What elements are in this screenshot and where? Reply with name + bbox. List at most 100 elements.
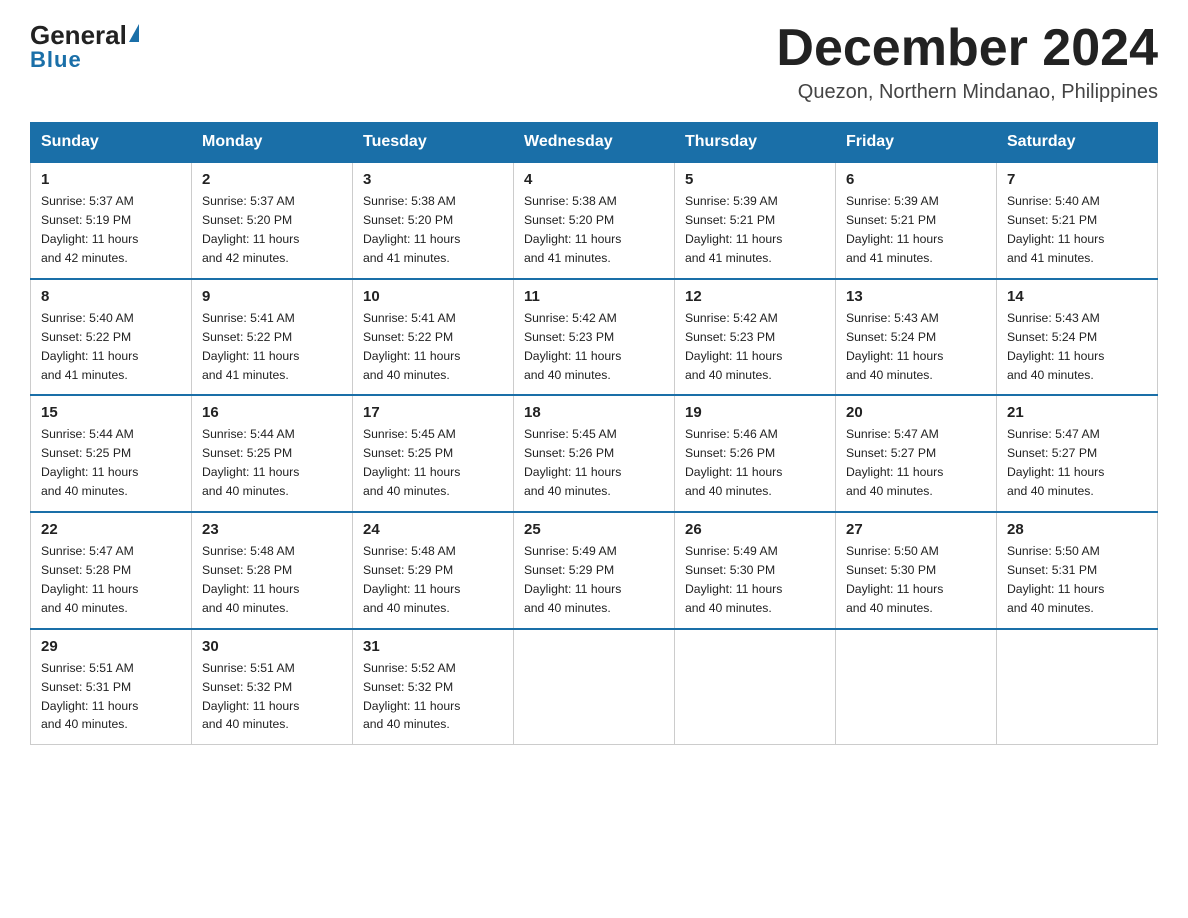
table-row	[514, 629, 675, 745]
day-info: Sunrise: 5:47 AMSunset: 5:28 PMDaylight:…	[41, 544, 138, 615]
week-row-1: 1 Sunrise: 5:37 AMSunset: 5:19 PMDayligh…	[31, 162, 1158, 279]
day-number: 10	[363, 288, 503, 305]
day-number: 28	[1007, 521, 1147, 538]
table-row: 20 Sunrise: 5:47 AMSunset: 5:27 PMDaylig…	[836, 395, 997, 512]
day-info: Sunrise: 5:42 AMSunset: 5:23 PMDaylight:…	[524, 311, 621, 382]
table-row: 3 Sunrise: 5:38 AMSunset: 5:20 PMDayligh…	[353, 162, 514, 279]
day-number: 16	[202, 404, 342, 421]
col-tuesday: Tuesday	[353, 123, 514, 163]
calendar-subtitle: Quezon, Northern Mindanao, Philippines	[776, 81, 1158, 104]
day-info: Sunrise: 5:43 AMSunset: 5:24 PMDaylight:…	[846, 311, 943, 382]
day-info: Sunrise: 5:41 AMSunset: 5:22 PMDaylight:…	[202, 311, 299, 382]
table-row: 15 Sunrise: 5:44 AMSunset: 5:25 PMDaylig…	[31, 395, 192, 512]
day-number: 22	[41, 521, 181, 538]
day-number: 30	[202, 638, 342, 655]
calendar-title: December 2024	[776, 20, 1158, 77]
col-friday: Friday	[836, 123, 997, 163]
day-number: 2	[202, 171, 342, 188]
day-info: Sunrise: 5:47 AMSunset: 5:27 PMDaylight:…	[846, 427, 943, 498]
day-number: 31	[363, 638, 503, 655]
day-number: 24	[363, 521, 503, 538]
day-info: Sunrise: 5:45 AMSunset: 5:25 PMDaylight:…	[363, 427, 460, 498]
day-info: Sunrise: 5:44 AMSunset: 5:25 PMDaylight:…	[41, 427, 138, 498]
day-number: 13	[846, 288, 986, 305]
table-row: 22 Sunrise: 5:47 AMSunset: 5:28 PMDaylig…	[31, 512, 192, 629]
day-number: 23	[202, 521, 342, 538]
day-number: 26	[685, 521, 825, 538]
table-row: 4 Sunrise: 5:38 AMSunset: 5:20 PMDayligh…	[514, 162, 675, 279]
day-number: 17	[363, 404, 503, 421]
day-number: 4	[524, 171, 664, 188]
day-number: 8	[41, 288, 181, 305]
day-info: Sunrise: 5:52 AMSunset: 5:32 PMDaylight:…	[363, 661, 460, 732]
day-number: 3	[363, 171, 503, 188]
day-number: 25	[524, 521, 664, 538]
day-info: Sunrise: 5:51 AMSunset: 5:32 PMDaylight:…	[202, 661, 299, 732]
day-info: Sunrise: 5:41 AMSunset: 5:22 PMDaylight:…	[363, 311, 460, 382]
day-info: Sunrise: 5:38 AMSunset: 5:20 PMDaylight:…	[524, 194, 621, 265]
week-row-3: 15 Sunrise: 5:44 AMSunset: 5:25 PMDaylig…	[31, 395, 1158, 512]
table-row: 14 Sunrise: 5:43 AMSunset: 5:24 PMDaylig…	[997, 279, 1158, 396]
col-saturday: Saturday	[997, 123, 1158, 163]
logo: General Blue	[30, 20, 139, 73]
day-info: Sunrise: 5:44 AMSunset: 5:25 PMDaylight:…	[202, 427, 299, 498]
day-number: 1	[41, 171, 181, 188]
week-row-5: 29 Sunrise: 5:51 AMSunset: 5:31 PMDaylig…	[31, 629, 1158, 745]
day-info: Sunrise: 5:46 AMSunset: 5:26 PMDaylight:…	[685, 427, 782, 498]
table-row: 28 Sunrise: 5:50 AMSunset: 5:31 PMDaylig…	[997, 512, 1158, 629]
calendar-table: Sunday Monday Tuesday Wednesday Thursday…	[30, 122, 1158, 745]
day-number: 15	[41, 404, 181, 421]
day-info: Sunrise: 5:51 AMSunset: 5:31 PMDaylight:…	[41, 661, 138, 732]
header-row: Sunday Monday Tuesday Wednesday Thursday…	[31, 123, 1158, 163]
col-wednesday: Wednesday	[514, 123, 675, 163]
table-row: 31 Sunrise: 5:52 AMSunset: 5:32 PMDaylig…	[353, 629, 514, 745]
table-row: 6 Sunrise: 5:39 AMSunset: 5:21 PMDayligh…	[836, 162, 997, 279]
table-row: 12 Sunrise: 5:42 AMSunset: 5:23 PMDaylig…	[675, 279, 836, 396]
day-number: 29	[41, 638, 181, 655]
day-info: Sunrise: 5:39 AMSunset: 5:21 PMDaylight:…	[685, 194, 782, 265]
table-row: 2 Sunrise: 5:37 AMSunset: 5:20 PMDayligh…	[192, 162, 353, 279]
day-number: 14	[1007, 288, 1147, 305]
table-row: 10 Sunrise: 5:41 AMSunset: 5:22 PMDaylig…	[353, 279, 514, 396]
week-row-4: 22 Sunrise: 5:47 AMSunset: 5:28 PMDaylig…	[31, 512, 1158, 629]
day-info: Sunrise: 5:49 AMSunset: 5:30 PMDaylight:…	[685, 544, 782, 615]
table-row: 24 Sunrise: 5:48 AMSunset: 5:29 PMDaylig…	[353, 512, 514, 629]
table-row: 26 Sunrise: 5:49 AMSunset: 5:30 PMDaylig…	[675, 512, 836, 629]
table-row: 7 Sunrise: 5:40 AMSunset: 5:21 PMDayligh…	[997, 162, 1158, 279]
day-number: 19	[685, 404, 825, 421]
day-number: 6	[846, 171, 986, 188]
table-row	[675, 629, 836, 745]
day-info: Sunrise: 5:50 AMSunset: 5:31 PMDaylight:…	[1007, 544, 1104, 615]
title-area: December 2024 Quezon, Northern Mindanao,…	[776, 20, 1158, 104]
day-info: Sunrise: 5:50 AMSunset: 5:30 PMDaylight:…	[846, 544, 943, 615]
table-row: 1 Sunrise: 5:37 AMSunset: 5:19 PMDayligh…	[31, 162, 192, 279]
day-number: 21	[1007, 404, 1147, 421]
table-row: 8 Sunrise: 5:40 AMSunset: 5:22 PMDayligh…	[31, 279, 192, 396]
header: General Blue December 2024 Quezon, North…	[30, 20, 1158, 104]
table-row	[997, 629, 1158, 745]
table-row: 27 Sunrise: 5:50 AMSunset: 5:30 PMDaylig…	[836, 512, 997, 629]
table-row: 18 Sunrise: 5:45 AMSunset: 5:26 PMDaylig…	[514, 395, 675, 512]
table-row: 16 Sunrise: 5:44 AMSunset: 5:25 PMDaylig…	[192, 395, 353, 512]
week-row-2: 8 Sunrise: 5:40 AMSunset: 5:22 PMDayligh…	[31, 279, 1158, 396]
day-number: 5	[685, 171, 825, 188]
table-row: 5 Sunrise: 5:39 AMSunset: 5:21 PMDayligh…	[675, 162, 836, 279]
day-info: Sunrise: 5:37 AMSunset: 5:19 PMDaylight:…	[41, 194, 138, 265]
day-number: 18	[524, 404, 664, 421]
day-number: 20	[846, 404, 986, 421]
day-info: Sunrise: 5:49 AMSunset: 5:29 PMDaylight:…	[524, 544, 621, 615]
day-number: 9	[202, 288, 342, 305]
table-row: 17 Sunrise: 5:45 AMSunset: 5:25 PMDaylig…	[353, 395, 514, 512]
day-info: Sunrise: 5:38 AMSunset: 5:20 PMDaylight:…	[363, 194, 460, 265]
day-info: Sunrise: 5:48 AMSunset: 5:28 PMDaylight:…	[202, 544, 299, 615]
table-row: 29 Sunrise: 5:51 AMSunset: 5:31 PMDaylig…	[31, 629, 192, 745]
day-number: 27	[846, 521, 986, 538]
table-row: 25 Sunrise: 5:49 AMSunset: 5:29 PMDaylig…	[514, 512, 675, 629]
day-number: 11	[524, 288, 664, 305]
day-info: Sunrise: 5:42 AMSunset: 5:23 PMDaylight:…	[685, 311, 782, 382]
day-number: 12	[685, 288, 825, 305]
day-info: Sunrise: 5:47 AMSunset: 5:27 PMDaylight:…	[1007, 427, 1104, 498]
day-info: Sunrise: 5:48 AMSunset: 5:29 PMDaylight:…	[363, 544, 460, 615]
col-monday: Monday	[192, 123, 353, 163]
table-row: 30 Sunrise: 5:51 AMSunset: 5:32 PMDaylig…	[192, 629, 353, 745]
